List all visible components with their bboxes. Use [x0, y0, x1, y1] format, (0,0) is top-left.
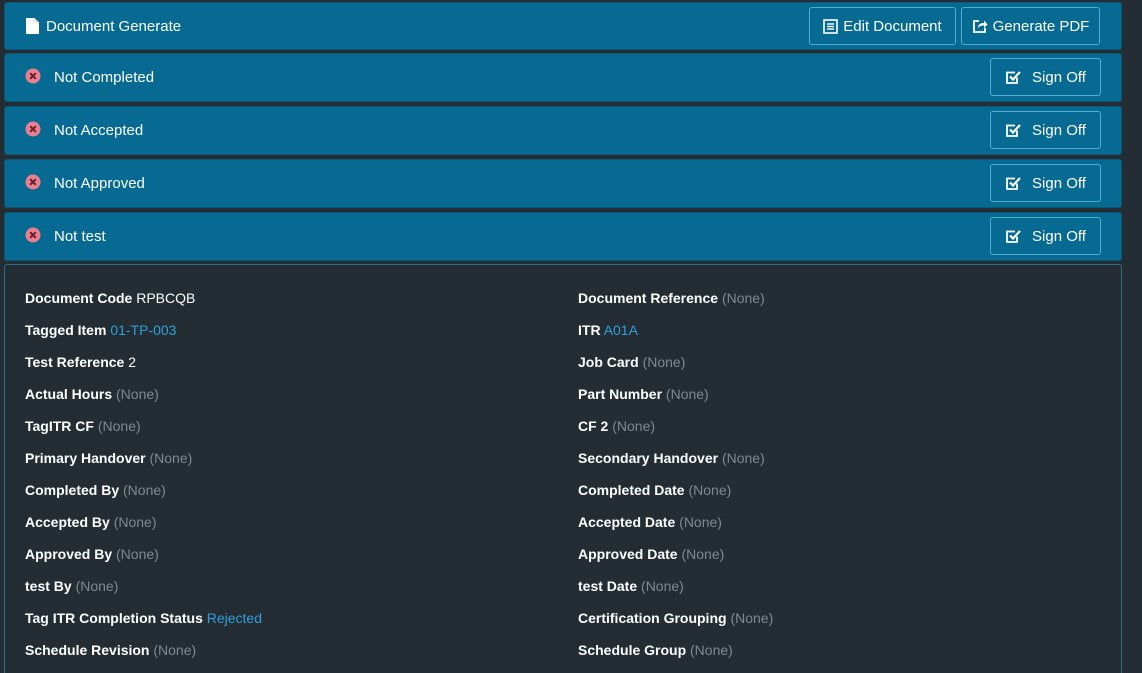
status-label: Not Accepted [54, 122, 144, 139]
edit-document-button[interactable]: Edit Document [809, 7, 956, 45]
document-generate-header: Document Generate Edit Document Generate… [4, 2, 1122, 50]
header-title-text: Document Generate [46, 17, 182, 35]
status-label: Not Approved [54, 175, 145, 192]
itr-link[interactable]: A01A [604, 322, 638, 338]
tagged-item-link[interactable]: 01-TP-003 [110, 322, 176, 338]
sign-off-approved-button[interactable]: Sign Off [990, 164, 1101, 202]
sign-off-completed-button[interactable]: Sign Off [990, 58, 1101, 96]
completion-status-link[interactable]: Rejected [207, 610, 262, 626]
detail-itr: ITR A01A [578, 322, 638, 338]
sign-off-label: Sign Off [1032, 174, 1086, 192]
document-icon [26, 18, 39, 34]
status-row-accepted: Not Accepted Sign Off [4, 106, 1122, 155]
detail-schedule-group: Schedule Group (None) [578, 642, 733, 658]
status-label: Not test [54, 228, 106, 245]
x-circle-icon [25, 174, 41, 190]
details-right-column: Document Reference (None) ITR A01A Job C… [578, 288, 773, 672]
detail-cf2: CF 2 (None) [578, 418, 656, 434]
status-row-approved: Not Approved Sign Off [4, 159, 1122, 208]
detail-test-reference: Test Reference 2 [25, 354, 137, 370]
detail-document-code: Document Code RPBCQB [25, 290, 196, 306]
details-left-column: Document Code RPBCQB Tagged Item 01-TP-0… [25, 288, 262, 672]
detail-tagged-item: Tagged Item 01-TP-003 [25, 322, 177, 338]
list-document-icon [823, 18, 839, 34]
detail-job-card: Job Card (None) [578, 354, 686, 370]
detail-completed-date: Completed Date (None) [578, 482, 732, 498]
detail-document-reference: Document Reference (None) [578, 290, 765, 306]
detail-approved-date: Approved Date (None) [578, 546, 725, 562]
detail-accepted-by: Accepted By (None) [25, 514, 157, 530]
detail-tagitr-cf: TagITR CF (None) [25, 418, 141, 434]
generate-pdf-label: Generate PDF [992, 17, 1090, 35]
detail-schedule-revision: Schedule Revision (None) [25, 642, 197, 658]
sign-off-label: Sign Off [1032, 68, 1086, 86]
detail-part-number: Part Number (None) [578, 386, 709, 402]
edit-document-label: Edit Document [843, 17, 942, 35]
detail-accepted-date: Accepted Date (None) [578, 514, 722, 530]
x-circle-icon [25, 227, 41, 243]
sign-off-test-button[interactable]: Sign Off [990, 217, 1101, 255]
detail-test-date: test Date (None) [578, 578, 684, 594]
detail-completion-status: Tag ITR Completion Status Rejected [25, 610, 263, 626]
checkbox-icon [1006, 229, 1021, 243]
generate-pdf-button[interactable]: Generate PDF [961, 7, 1100, 45]
sign-off-label: Sign Off [1032, 227, 1086, 245]
detail-approved-by: Approved By (None) [25, 546, 159, 562]
detail-primary-handover: Primary Handover (None) [25, 450, 193, 466]
x-circle-icon [25, 121, 41, 137]
detail-secondary-handover: Secondary Handover (None) [578, 450, 765, 466]
detail-actual-hours: Actual Hours (None) [25, 386, 159, 402]
checkbox-icon [1006, 123, 1021, 137]
status-row-test: Not test Sign Off [4, 212, 1122, 261]
header-title: Document Generate [26, 18, 181, 35]
sign-off-label: Sign Off [1032, 121, 1086, 139]
checkbox-icon [1006, 70, 1021, 84]
x-circle-icon [25, 68, 41, 84]
status-label: Not Completed [54, 69, 155, 86]
detail-completed-by: Completed By (None) [25, 482, 166, 498]
detail-certification-grouping: Certification Grouping (None) [578, 610, 774, 626]
status-row-completed: Not Completed Sign Off [4, 53, 1122, 102]
sign-off-accepted-button[interactable]: Sign Off [990, 111, 1101, 149]
export-icon [972, 19, 988, 33]
detail-test-by: test By (None) [25, 578, 119, 594]
document-details-panel: Document Code RPBCQB Tagged Item 01-TP-0… [4, 264, 1122, 673]
checkbox-icon [1006, 176, 1021, 190]
